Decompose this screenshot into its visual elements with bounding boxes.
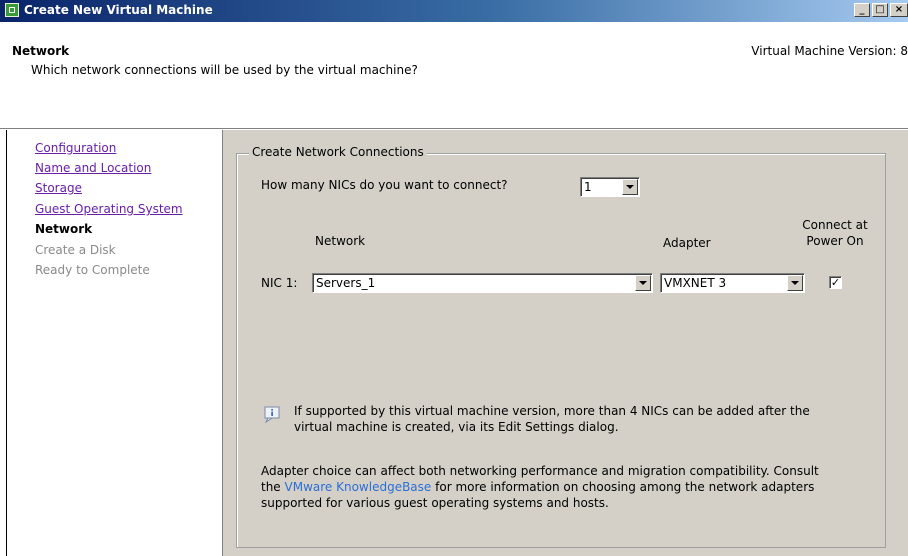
adapter-note-line2: the VMware KnowledgeBase for more inform… (261, 479, 819, 495)
nics-count-select[interactable]: 1 (580, 177, 640, 197)
close-button[interactable]: × (890, 3, 908, 17)
connect-header-line2: Power On (806, 234, 864, 248)
adapter-note-the: the (261, 480, 285, 494)
vmware-kb-link[interactable]: VMware KnowledgeBase (285, 480, 432, 494)
title-bar: Create New Virtual Machine _ □ × (0, 0, 908, 22)
minimize-button[interactable]: _ (854, 3, 870, 17)
page-subtitle: Which network connections will be used b… (31, 63, 418, 77)
maximize-button[interactable]: □ (872, 3, 888, 17)
nic1-adapter-select[interactable]: VMXNET 3 (660, 273, 805, 293)
window-title: Create New Virtual Machine (24, 3, 213, 17)
vm-version-label: Virtual Machine Version: 8 (751, 44, 908, 58)
info-note-line2: virtual machine is created, via its Edit… (294, 420, 619, 434)
vm-app-icon (5, 3, 19, 17)
step-ready-to-complete: Ready to Complete (35, 263, 150, 277)
group-title: Create Network Connections (249, 145, 427, 159)
page-title: Network (12, 44, 70, 58)
wizard-header: Network Which network connections will b… (0, 22, 908, 128)
step-storage[interactable]: Storage (35, 181, 82, 195)
info-note-text: If supported by this virtual machine ver… (294, 403, 810, 435)
nic1-adapter-value: VMXNET 3 (664, 276, 727, 290)
info-note-icon (264, 406, 280, 423)
step-network: Network (35, 222, 93, 236)
nic1-network-select[interactable]: Servers_1 (312, 273, 653, 293)
adapter-note: Adapter choice can affect both networkin… (261, 463, 819, 511)
info-note-line1: If supported by this virtual machine ver… (294, 404, 810, 418)
nic1-connect-checkbox[interactable]: ✓ (829, 276, 842, 289)
nic1-network-value: Servers_1 (316, 276, 376, 290)
adapter-note-line2-rest: for more information on choosing among t… (431, 480, 815, 494)
step-configuration[interactable]: Configuration (35, 141, 116, 155)
chevron-down-icon[interactable] (635, 275, 651, 291)
step-name-and-location[interactable]: Name and Location (35, 161, 151, 175)
step-create-disk: Create a Disk (35, 243, 116, 257)
network-column-header: Network (315, 234, 366, 248)
nic1-label: NIC 1: (261, 276, 298, 290)
nics-count-value: 1 (584, 180, 592, 194)
step-guest-os[interactable]: Guest Operating System (35, 202, 183, 216)
adapter-note-line1: Adapter choice can affect both networkin… (261, 464, 819, 478)
chevron-down-icon[interactable] (622, 179, 638, 195)
adapter-column-header: Adapter (663, 236, 711, 250)
adapter-note-line3: supported for various guest operating sy… (261, 496, 609, 510)
chevron-down-icon[interactable] (787, 275, 803, 291)
wizard-steps-pane: Configuration Name and Location Storage … (6, 130, 222, 556)
nics-count-label: How many NICs do you want to connect? (261, 178, 508, 192)
connect-at-power-on-header: Connect at Power On (800, 217, 870, 249)
connect-header-line1: Connect at (802, 218, 868, 232)
